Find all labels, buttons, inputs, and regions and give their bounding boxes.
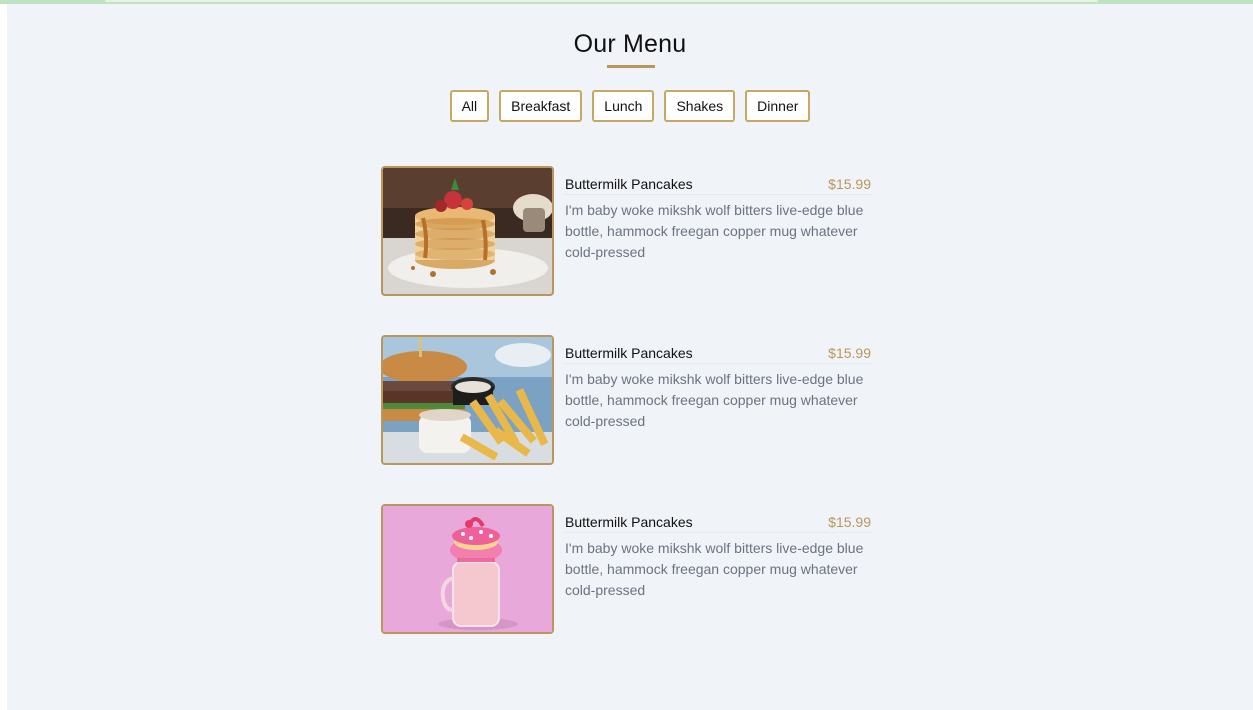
filter-breakfast-button[interactable]: Breakfast — [499, 90, 583, 122]
item-price: $15.99 — [828, 514, 871, 530]
item-description: I'm baby woke mikshk wolf bitters live-e… — [565, 202, 864, 260]
filter-bar: All Breakfast Lunch Shakes Dinner — [7, 90, 1253, 122]
pink-shake-photo — [381, 504, 554, 634]
item-header: Buttermilk Pancakes $15.99 — [565, 345, 871, 364]
burger-fries-photo — [381, 335, 554, 465]
page-title: Our Menu — [573, 30, 687, 58]
item-description: I'm baby woke mikshk wolf bitters live-e… — [565, 540, 864, 598]
filter-dinner-button[interactable]: Dinner — [745, 90, 811, 122]
item-name: Buttermilk Pancakes — [565, 345, 693, 361]
item-header: Buttermilk Pancakes $15.99 — [565, 514, 871, 533]
menu-page: Our Menu All Breakfast Lunch Shakes Dinn… — [7, 4, 1253, 710]
filter-all-button[interactable]: All — [449, 90, 490, 122]
item-name: Buttermilk Pancakes — [565, 514, 693, 530]
item-description: I'm baby woke mikshk wolf bitters live-e… — [565, 371, 864, 429]
item-header: Buttermilk Pancakes $15.99 — [565, 176, 871, 195]
item-price: $15.99 — [828, 345, 871, 361]
address-bar-edge — [105, 0, 1098, 2]
item-info: Buttermilk Pancakes $15.99 I'm baby woke… — [565, 176, 871, 263]
item-info: Buttermilk Pancakes $15.99 I'm baby woke… — [565, 514, 871, 601]
menu-item: Buttermilk Pancakes $15.99 I'm baby woke… — [381, 335, 871, 465]
item-info: Buttermilk Pancakes $15.99 I'm baby woke… — [565, 345, 871, 432]
menu-item: Buttermilk Pancakes $15.99 I'm baby woke… — [381, 166, 871, 296]
filter-lunch-button[interactable]: Lunch — [592, 90, 655, 122]
title-underline — [607, 65, 655, 68]
item-name: Buttermilk Pancakes — [565, 176, 693, 192]
pancakes-photo — [381, 166, 554, 296]
menu-item: Buttermilk Pancakes $15.99 I'm baby woke… — [381, 504, 871, 634]
filter-shakes-button[interactable]: Shakes — [664, 90, 736, 122]
item-price: $15.99 — [828, 176, 871, 192]
